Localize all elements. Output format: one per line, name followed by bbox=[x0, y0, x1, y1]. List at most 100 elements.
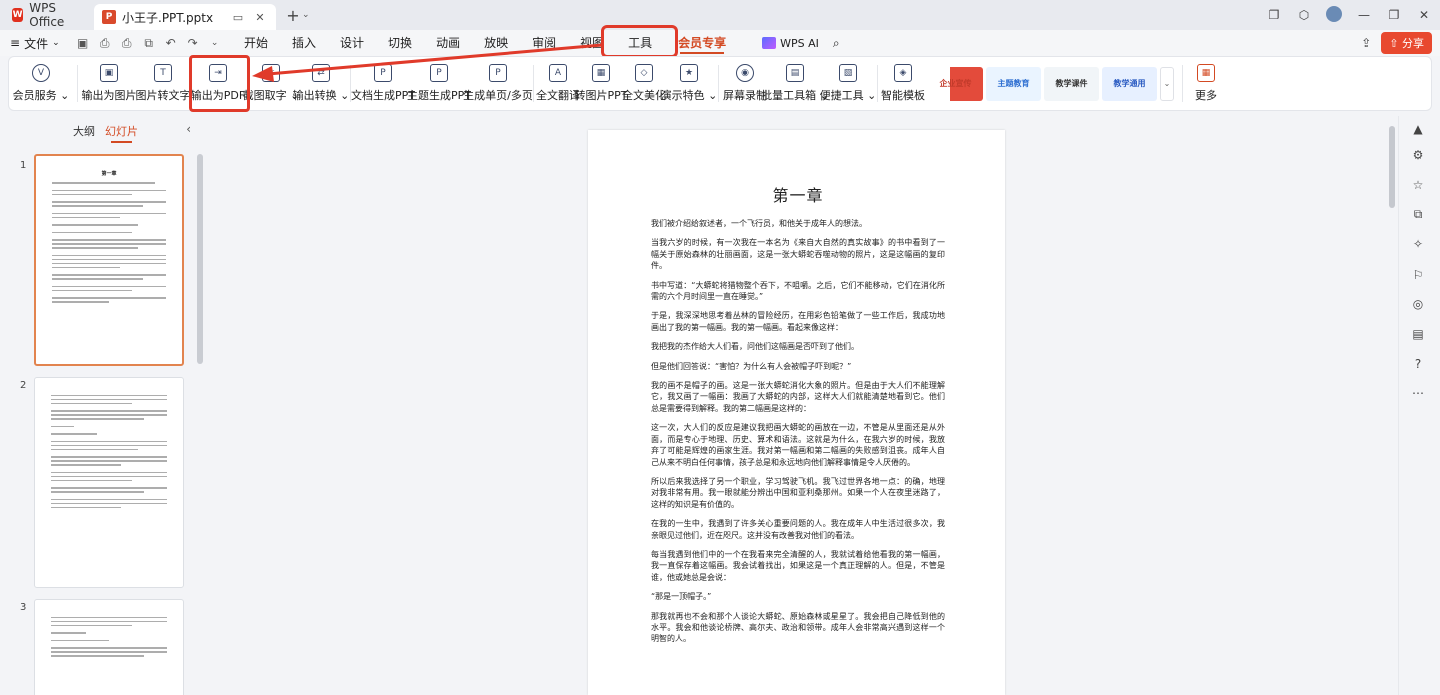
save-icon[interactable]: ▣ bbox=[74, 36, 92, 50]
slide-paragraph: “那是一顶帽子。” bbox=[651, 592, 712, 602]
ppt-file-icon: P bbox=[102, 10, 116, 24]
app-name: WPS Office bbox=[29, 1, 65, 29]
template-expand-icon[interactable]: ⌄ bbox=[1160, 66, 1174, 101]
batch-toolbox-button[interactable]: ▤ 批量工具箱 ⌄ bbox=[761, 57, 829, 110]
slide-thumbnail-2[interactable] bbox=[34, 377, 184, 588]
tab-review[interactable]: 审阅 bbox=[520, 30, 568, 56]
tab-design[interactable]: 设计 bbox=[328, 30, 376, 56]
wps-ai-label: WPS AI bbox=[780, 36, 819, 50]
animation-icon[interactable]: ◎ bbox=[1409, 297, 1427, 315]
beautify-icon: ◇ bbox=[635, 64, 653, 82]
preview-icon[interactable]: ⧉ bbox=[140, 36, 158, 51]
shirt-icon[interactable]: ⚐ bbox=[1409, 268, 1427, 286]
tab-document[interactable]: P 小王子.PPT.pptx ▭ ✕ bbox=[94, 4, 276, 30]
tab-transition[interactable]: 切换 bbox=[376, 30, 424, 56]
more-button[interactable]: ▦ 更多 bbox=[1187, 57, 1225, 110]
tab-home[interactable]: 开始 bbox=[232, 30, 280, 56]
smart-template-button[interactable]: ◈ 智能模板 bbox=[881, 57, 925, 110]
chevron-down-icon[interactable]: ⌄ bbox=[302, 10, 316, 20]
slide-paragraph: 所以后来我选择了另一个职业，学习驾驶飞机。我飞过世界各地一点：的确，地理对我非常… bbox=[651, 476, 945, 509]
topic-to-ppt-button[interactable]: P 主题生成PPT bbox=[407, 57, 471, 110]
template-general[interactable]: 教学通用 bbox=[1102, 66, 1157, 101]
button-label: 输出转换 ⌄ bbox=[292, 89, 350, 102]
star-icon[interactable]: ☆ bbox=[1409, 178, 1427, 196]
button-label: 演示特色 ⌄ bbox=[660, 89, 718, 102]
collapse-panel-icon[interactable]: ‹ bbox=[186, 122, 191, 136]
more-chevron-icon[interactable]: ⌄ bbox=[206, 38, 224, 48]
slide-paragraph: 每当我遇到他们中的一个在我看来完全清醒的人，我就试着给他看我的第一幅画，我一直保… bbox=[651, 549, 945, 582]
new-tab-plus-icon[interactable]: + bbox=[284, 6, 302, 25]
slide-title: 第一章 bbox=[772, 186, 824, 205]
tab-animation[interactable]: 动画 bbox=[424, 30, 472, 56]
template-theme-education[interactable]: 主题教育 bbox=[986, 66, 1041, 101]
help-icon[interactable]: ? bbox=[1409, 357, 1427, 375]
slide-thumbnail-1[interactable]: 第一章 bbox=[34, 154, 184, 366]
minimize-icon[interactable]: — bbox=[1356, 8, 1372, 22]
button-label: 图片转文字 bbox=[135, 89, 191, 102]
wps-ai-button[interactable]: WPS AI ⌕ bbox=[762, 36, 840, 51]
close-window-icon[interactable]: ✕ bbox=[1416, 8, 1432, 22]
title-bar: W WPS Office P 小王子.PPT.pptx ▭ ✕ + ⌄ ❐ ⬡ … bbox=[0, 0, 1440, 30]
monitor-icon[interactable]: ▭ bbox=[230, 11, 246, 24]
screenshot-ocr-button[interactable]: ✂ 截图取字 ⌄ bbox=[243, 57, 299, 110]
slide-thumbnail-3[interactable] bbox=[34, 599, 184, 695]
convert-icon: ⇄ bbox=[312, 64, 330, 82]
magic-wand-icon[interactable]: ✧ bbox=[1409, 237, 1427, 255]
canvas-scrollbar[interactable] bbox=[1389, 126, 1395, 208]
doc-ppt-icon: P bbox=[374, 64, 392, 82]
slide-paragraph: 我们被介绍给叙述者，一个飞行员，和他关于成年人的想法。 bbox=[651, 219, 867, 228]
expand-up-icon[interactable]: ▲ bbox=[1409, 122, 1427, 140]
tab-wps-office[interactable]: W WPS Office bbox=[0, 0, 94, 30]
book-icon[interactable]: ▤ bbox=[1409, 327, 1427, 345]
to-image-ppt-button[interactable]: ▦ 转图片PPT bbox=[575, 57, 628, 110]
generate-pages-icon: P bbox=[489, 64, 507, 82]
panel-scrollbar[interactable] bbox=[197, 154, 203, 364]
document-name: 小王子.PPT.pptx bbox=[122, 10, 214, 25]
beautify-button[interactable]: ◇ 全文美化 bbox=[622, 57, 666, 110]
tab-insert[interactable]: 插入 bbox=[280, 30, 328, 56]
button-label: 转图片PPT bbox=[574, 89, 628, 102]
cloud-upload-icon[interactable]: ⇪ bbox=[1361, 36, 1371, 50]
quick-tools-button[interactable]: ▧ 便捷工具 ⌄ bbox=[820, 57, 876, 110]
slide-paragraph: 我把我的杰作给大人们看，问他们这幅画是否吓到了他们。 bbox=[651, 342, 859, 352]
template-courseware[interactable]: 教学课件 bbox=[1044, 66, 1099, 101]
close-tab-icon[interactable]: ✕ bbox=[252, 11, 268, 24]
share-button[interactable]: ⇧ 分享 bbox=[1381, 32, 1432, 54]
avatar[interactable] bbox=[1326, 5, 1342, 25]
template-enterprise[interactable]: 企业宣传 bbox=[928, 66, 983, 101]
tab-slideshow[interactable]: 放映 bbox=[472, 30, 520, 56]
search-icon[interactable]: ⌕ bbox=[833, 36, 840, 51]
presentation-features-button[interactable]: ★ 演示特色 ⌄ bbox=[661, 57, 717, 110]
tab-slides[interactable]: 幻灯片 bbox=[105, 123, 138, 143]
export-icon[interactable]: ⎙ bbox=[96, 36, 114, 51]
sliders-icon[interactable]: ⚙ bbox=[1409, 148, 1427, 166]
print-icon[interactable]: ⎙ bbox=[118, 36, 136, 51]
file-menu[interactable]: ≡ 文件 ⌄ bbox=[10, 35, 60, 52]
export-image-button[interactable]: ▣ 输出为图片 bbox=[82, 57, 137, 110]
maximize-icon[interactable]: ❐ bbox=[1386, 8, 1402, 22]
generate-pages-button[interactable]: P 生成单页/多页 bbox=[463, 57, 533, 110]
restore-icon[interactable]: ❐ bbox=[1266, 8, 1282, 22]
layers-icon[interactable]: ⧉ bbox=[1409, 207, 1427, 225]
undo-icon[interactable]: ↶ bbox=[162, 36, 180, 50]
full-translate-button[interactable]: A 全文翻译 bbox=[536, 57, 580, 110]
button-label: 文档生成PPT bbox=[351, 89, 415, 102]
image-to-text-button[interactable]: T 图片转文字 bbox=[135, 57, 191, 110]
redo-icon[interactable]: ↷ bbox=[184, 36, 202, 50]
cube-icon[interactable]: ⬡ bbox=[1296, 8, 1312, 22]
more-icon[interactable]: ⋯ bbox=[1409, 386, 1427, 404]
template-gallery: 企业宣传 主题教育 教学课件 教学通用 ⌄ bbox=[924, 57, 1178, 110]
doc-to-ppt-button[interactable]: P 文档生成PPT bbox=[351, 57, 415, 110]
grid-more-icon: ▦ bbox=[1197, 64, 1215, 82]
slide-page[interactable]: 第一章 我们被介绍给叙述者，一个飞行员，和他关于成年人的想法。 当我六岁的时候，… bbox=[588, 130, 1005, 695]
member-service-button[interactable]: V 会员服务 ⌄ bbox=[9, 57, 73, 110]
export-convert-button[interactable]: ⇄ 输出转换 ⌄ bbox=[293, 57, 349, 110]
image-export-icon: ▣ bbox=[100, 64, 118, 82]
button-label: 截图取字 ⌄ bbox=[242, 89, 300, 102]
slide-paragraph: 那我就再也不会和那个人谈论大蟒蛇、原始森林或星星了。我会把自己降低到他的水平。我… bbox=[651, 611, 945, 644]
highlight-box-member-tab bbox=[601, 25, 678, 58]
tab-outline[interactable]: 大纲 bbox=[73, 123, 95, 139]
smart-template-icon: ◈ bbox=[894, 64, 912, 82]
slide-paragraph: 但是他们回答说：“害怕？为什么有人会被帽子吓到呢？” bbox=[651, 361, 852, 371]
button-label: 生成单页/多页 bbox=[463, 89, 533, 102]
